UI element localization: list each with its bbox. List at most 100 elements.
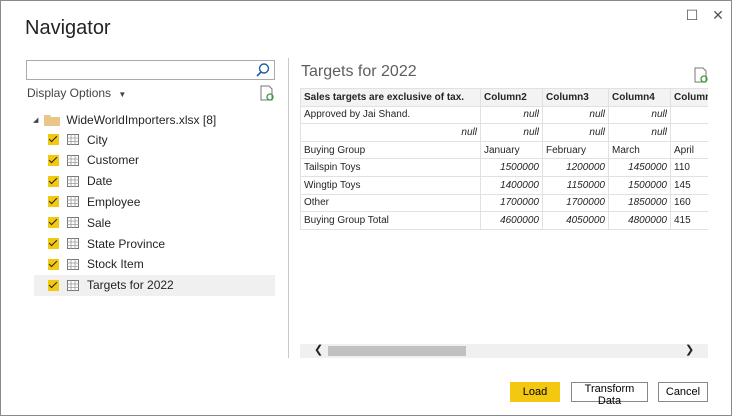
table-cell: Other: [300, 193, 481, 213]
table-cell: 4050000: [542, 211, 609, 230]
table-cell: 1200000: [542, 158, 609, 177]
table-row: Buying Group January February March April: [300, 140, 708, 160]
table-cell: 1500000: [608, 175, 671, 195]
table-cell: 160: [670, 193, 708, 213]
search-box[interactable]: [26, 60, 275, 80]
table-row: Buying Group Total 4600000 4050000 4800000 4…: [300, 211, 708, 230]
preview-table: Sales targets are exclusive of tax. Colum…: [300, 88, 708, 230]
preview-title: Targets for 2022: [301, 63, 417, 80]
checkbox[interactable]: [48, 217, 59, 229]
nav-item-label: Customer: [87, 153, 140, 168]
table-row: Approved by Jai Shand. null null null: [300, 105, 708, 125]
search-icon[interactable]: [255, 62, 271, 78]
table-cell: January: [480, 140, 543, 160]
table-cell: 1450000: [608, 158, 671, 177]
table-icon: [67, 238, 79, 249]
close-button[interactable]: ✕: [708, 5, 728, 25]
table-cell: null: [542, 105, 609, 125]
folder-icon: [44, 115, 61, 126]
table-cell: Approved by Jai Shand.: [300, 105, 481, 125]
scroll-left-icon[interactable]: ❮: [314, 343, 323, 356]
table-icon: [67, 154, 79, 166]
nav-item-label: City: [87, 132, 108, 147]
checkbox[interactable]: [48, 258, 59, 270]
maximize-button[interactable]: ☐: [682, 5, 702, 25]
nav-item-label: Employee: [87, 194, 141, 209]
table-cell: 4600000: [480, 211, 543, 230]
table-icon: [67, 217, 79, 229]
nav-item[interactable]: State Province: [34, 233, 275, 254]
checkbox[interactable]: [48, 196, 59, 208]
table-cell: 4800000: [608, 211, 671, 230]
dialog-title: Navigator: [25, 17, 111, 39]
nav-item-label: Sale: [87, 215, 112, 230]
display-options-label: Display Options: [27, 86, 112, 100]
workbook-label: WideWorldImporters.xlsx [8]: [66, 113, 217, 127]
table-cell: April: [670, 140, 708, 160]
table-cell: 1500000: [480, 158, 543, 177]
nav-item[interactable]: Employee: [34, 191, 275, 212]
table-row: Tailspin Toys 1500000 1200000 1450000 110: [300, 158, 708, 177]
pane-divider[interactable]: [288, 58, 289, 358]
table-icon: [67, 258, 79, 270]
checkbox[interactable]: [48, 238, 59, 249]
table-icon: [67, 134, 79, 145]
horizontal-scrollbar[interactable]: ❮ ❯: [300, 344, 708, 358]
table-cell: Wingtip Toys: [300, 175, 481, 195]
table-icon: [67, 279, 79, 291]
table-cell: null: [608, 123, 671, 142]
nav-item[interactable]: Customer: [34, 150, 275, 171]
load-button[interactable]: Load: [510, 382, 560, 402]
table-cell: 1150000: [542, 175, 609, 195]
refresh-preview-icon[interactable]: [694, 67, 708, 83]
table-icon: [67, 175, 79, 187]
search-input[interactable]: [27, 61, 247, 79]
table-cell: [670, 123, 708, 142]
nav-item[interactable]: City: [34, 129, 275, 150]
column-header[interactable]: Column2: [480, 88, 543, 107]
checkbox[interactable]: [48, 279, 59, 291]
table-cell: [670, 105, 708, 125]
table-cell: 110: [670, 158, 708, 177]
nav-item[interactable]: Stock Item: [34, 254, 275, 275]
transform-data-button[interactable]: Transform Data: [571, 382, 648, 407]
expand-triangle-icon[interactable]: ◢: [33, 116, 38, 124]
table-row: null null null null: [300, 123, 708, 142]
table-cell: 145: [670, 175, 708, 195]
checkbox[interactable]: [48, 154, 59, 166]
table-cell: Tailspin Toys: [300, 158, 481, 177]
table-icon: [67, 196, 79, 208]
tree-root-workbook[interactable]: ◢ WideWorldImporters.xlsx [8]: [33, 111, 216, 129]
display-options-dropdown[interactable]: Display Options ▼: [27, 86, 126, 100]
nav-item[interactable]: Sale: [34, 212, 275, 233]
checkbox[interactable]: [48, 134, 59, 145]
table-cell: null: [480, 123, 543, 142]
scroll-right-icon[interactable]: ❯: [685, 343, 694, 356]
checkbox[interactable]: [48, 175, 59, 187]
table-cell: null: [608, 105, 671, 125]
table-cell: null: [300, 123, 481, 142]
column-header[interactable]: Column3: [542, 88, 609, 107]
nav-item-label: State Province: [87, 236, 166, 251]
nav-item[interactable]: Targets for 2022: [34, 274, 275, 296]
nav-item-label: Stock Item: [87, 257, 144, 272]
table-cell: 1700000: [480, 193, 543, 213]
table-row: Wingtip Toys 1400000 1150000 1500000 145: [300, 175, 708, 195]
table-cell: March: [608, 140, 671, 160]
scrollbar-thumb[interactable]: [328, 346, 466, 356]
nav-item-label: Date: [87, 174, 113, 189]
nav-item[interactable]: Date: [34, 171, 275, 192]
table-cell: Buying Group Total: [300, 211, 481, 230]
table-cell: Buying Group: [300, 140, 481, 160]
table-cell: 415: [670, 211, 708, 230]
refresh-file-icon[interactable]: [260, 85, 274, 101]
table-cell: February: [542, 140, 609, 160]
cancel-button[interactable]: Cancel: [658, 382, 708, 402]
table-cell: null: [480, 105, 543, 125]
table-cell: null: [542, 123, 609, 142]
table-cell: 1850000: [608, 193, 671, 213]
column-header[interactable]: Sales targets are exclusive of tax.: [300, 88, 481, 107]
column-header[interactable]: Column5: [670, 88, 708, 107]
table-cell: 1400000: [480, 175, 543, 195]
column-header[interactable]: Column4: [608, 88, 671, 107]
